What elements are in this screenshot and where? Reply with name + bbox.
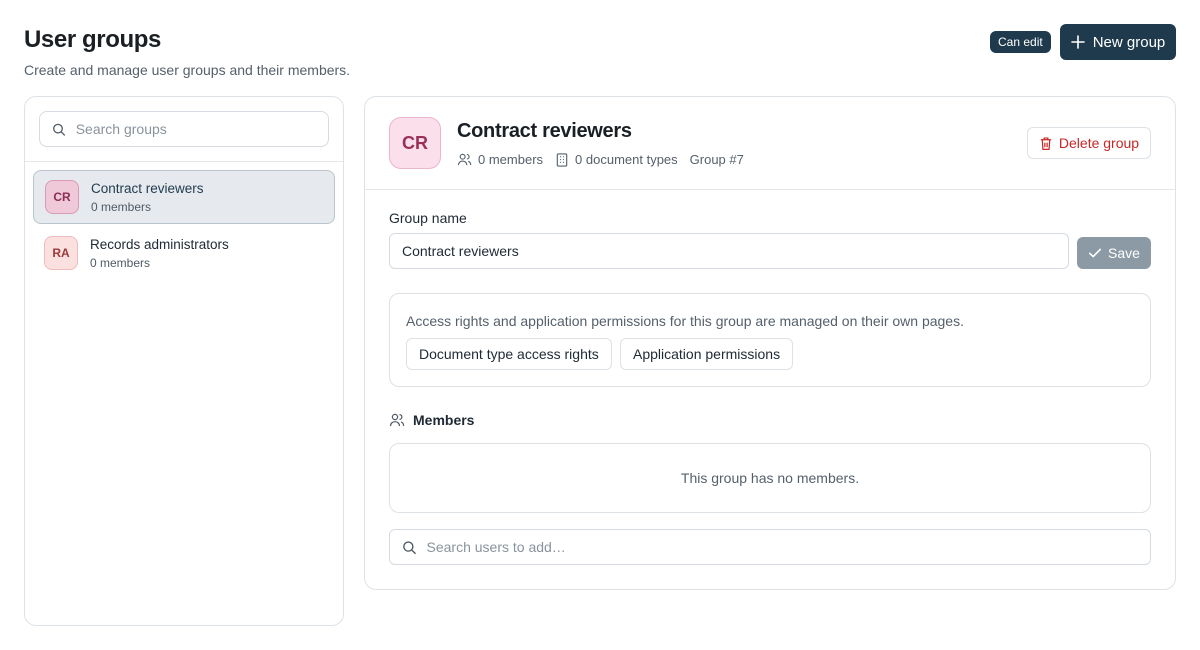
members-count: 0 members: [457, 152, 543, 167]
search-groups-input[interactable]: [75, 121, 328, 137]
group-avatar: CR: [389, 117, 441, 169]
groups-sidebar: CR Contract reviewers 0 members RA Recor…: [24, 96, 344, 626]
search-groups-box[interactable]: [39, 111, 329, 147]
group-item-name: Records administrators: [90, 236, 229, 252]
group-item-contract-reviewers[interactable]: CR Contract reviewers 0 members: [33, 170, 335, 224]
group-item-count: 0 members: [91, 199, 152, 214]
access-info-text: Access rights and application permission…: [406, 313, 964, 329]
plus-icon: [1070, 35, 1085, 49]
empty-state-text: This group has no members.: [680, 470, 860, 486]
building-icon: [556, 152, 568, 167]
group-item-count: 0 members: [90, 255, 151, 270]
delete-group-button[interactable]: Delete group: [1027, 127, 1151, 159]
page-title: User groups: [24, 26, 161, 53]
save-button[interactable]: Save: [1077, 237, 1151, 269]
search-icon: [403, 540, 416, 554]
new-group-button[interactable]: New group: [1060, 24, 1176, 60]
group-id: Group #7: [689, 151, 744, 167]
group-name-input[interactable]: [389, 233, 1069, 269]
access-info-box: Access rights and application permission…: [389, 293, 1151, 387]
group-name-label: Group name: [389, 210, 467, 226]
group-title: Contract reviewers: [457, 120, 632, 142]
new-group-label: New group: [1092, 33, 1166, 51]
search-users-box[interactable]: [389, 529, 1151, 565]
sidebar-divider: [25, 161, 343, 162]
check-icon: [1089, 248, 1102, 258]
save-label: Save: [1108, 245, 1140, 261]
doc-types-count: 0 document types: [555, 152, 678, 167]
users-icon: [457, 153, 472, 165]
application-permissions-button[interactable]: Application permissions: [620, 338, 794, 370]
group-item-records-administrators[interactable]: RA Records administrators 0 members: [33, 226, 335, 280]
search-icon: [53, 123, 66, 136]
permission-badge: Can edit: [990, 31, 1051, 53]
delete-group-label: Delete group: [1058, 135, 1140, 151]
avatar: RA: [44, 236, 78, 270]
members-heading-text: Members: [413, 412, 475, 428]
members-count-text: 0 members: [478, 151, 544, 167]
detail-divider: [365, 189, 1175, 190]
page-subtitle: Create and manage user groups and their …: [24, 62, 351, 78]
group-item-name: Contract reviewers: [91, 180, 204, 196]
search-users-input[interactable]: [426, 539, 1150, 555]
group-detail-panel: CR Contract reviewers 0 members 0 docume…: [364, 96, 1176, 590]
document-type-access-rights-button[interactable]: Document type access rights: [406, 338, 612, 370]
trash-icon: [1040, 136, 1052, 150]
group-meta: 0 members 0 document types Group #7: [457, 151, 744, 167]
members-heading: Members: [389, 412, 474, 428]
members-empty-state: This group has no members.: [389, 443, 1151, 513]
users-icon: [389, 413, 405, 427]
avatar: CR: [45, 180, 79, 214]
doc-types-text: 0 document types: [575, 151, 678, 167]
